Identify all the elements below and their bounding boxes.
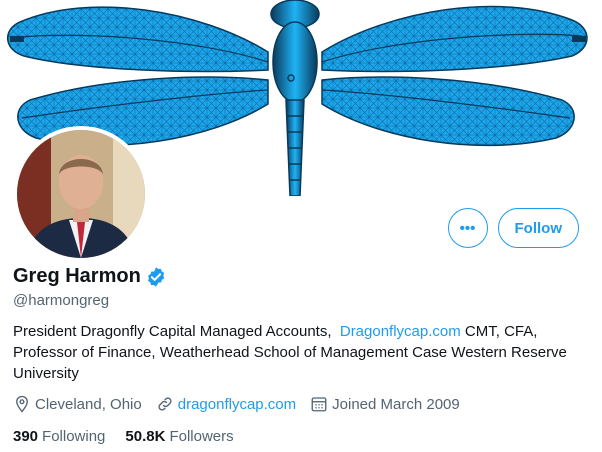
location-text: Cleveland, Ohio [35, 395, 142, 413]
location-pin-icon [16, 395, 28, 413]
joined-text: Joined March 2009 [332, 395, 460, 413]
avatar-photo [17, 130, 145, 258]
name-row: Greg Harmon [13, 265, 167, 288]
profile-stats: 390 Following 50.8K Followers [13, 428, 254, 445]
profile-meta: Cleveland, Ohio dragonflycap.com Joined … [13, 395, 474, 413]
followers-count: 50.8K [125, 428, 166, 445]
following-label: Following [42, 428, 106, 445]
avatar[interactable] [13, 126, 149, 262]
handle: @harmongreg [13, 292, 110, 309]
followers-label: Followers [169, 428, 234, 445]
bio-text-rest: Professor of Finance, Weatherhead School… [13, 344, 567, 382]
display-name: Greg Harmon [13, 265, 141, 287]
followers-link[interactable]: 50.8K Followers [125, 428, 233, 445]
bio-text-continued: CMT, CFA, [464, 323, 538, 340]
more-button[interactable]: ••• [447, 208, 488, 248]
bio-link[interactable]: Dragonflycap.com [340, 323, 461, 340]
bio: President Dragonfly Capital Managed Acco… [13, 321, 588, 384]
website-link[interactable]: dragonflycap.com [178, 396, 296, 413]
bio-text: President Dragonfly Capital Managed Acco… [13, 323, 332, 340]
location-item: Cleveland, Ohio [13, 395, 142, 413]
joined-item: Joined March 2009 [310, 395, 460, 413]
more-icon: ••• [459, 219, 476, 237]
following-count: 390 [13, 428, 39, 445]
following-link[interactable]: 390 Following [13, 428, 105, 445]
verified-badge-icon[interactable] [145, 266, 167, 288]
calendar-icon [311, 397, 327, 412]
link-icon [158, 397, 172, 411]
follow-button[interactable]: Follow [497, 208, 579, 248]
website-item: dragonflycap.com [156, 395, 296, 413]
profile-actions: ••• Follow [447, 208, 579, 248]
